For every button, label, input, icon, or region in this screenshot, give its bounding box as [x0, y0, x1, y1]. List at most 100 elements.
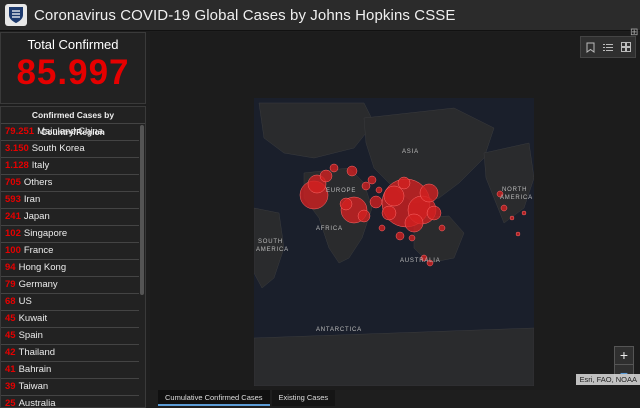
list-item[interactable]: 705 Others: [1, 175, 139, 192]
country-case-count: 100: [5, 245, 21, 256]
case-bubble[interactable]: [329, 163, 339, 173]
case-bubble[interactable]: [319, 169, 333, 183]
country-list: 79.251 Mainland China 3.150 South Korea 1.12…: [1, 124, 145, 408]
list-item[interactable]: 41 Bahrain: [1, 362, 139, 379]
country-list-header: Confirmed Cases by Country/Region: [1, 107, 145, 137]
list-item[interactable]: 241 Japan: [1, 209, 139, 226]
case-bubble[interactable]: [383, 185, 405, 207]
app-header: Coronavirus COVID-19 Global Cases by Joh…: [0, 0, 640, 31]
map-attribution: Esri, FAO, NOAA: [576, 374, 640, 385]
list-item[interactable]: 45 Spain: [1, 328, 139, 345]
list-item[interactable]: 1.128 Italy: [1, 158, 139, 175]
map-label-america-north: AMERICA: [500, 195, 533, 201]
case-bubble[interactable]: [404, 213, 424, 233]
case-bubble[interactable]: [509, 215, 515, 221]
list-item[interactable]: 102 Singapore: [1, 226, 139, 243]
country-name: Japan: [23, 211, 50, 222]
country-case-count: 45: [5, 330, 16, 341]
map-tabs: Cumulative Confirmed Cases Existing Case…: [158, 390, 336, 406]
country-case-count: 39: [5, 381, 16, 392]
country-list-panel: Confirmed Cases by Country/Region 79.251…: [0, 106, 146, 408]
case-bubble[interactable]: [426, 205, 442, 221]
zoom-in-button[interactable]: +: [615, 347, 633, 364]
map-label-africa: AFRICA: [316, 226, 343, 232]
case-bubble[interactable]: [346, 165, 358, 177]
map-label-america-south: AMERICA: [256, 247, 289, 253]
bookmark-icon[interactable]: [583, 40, 597, 54]
country-case-count: 1.128: [5, 160, 29, 171]
list-item[interactable]: 79 Germany: [1, 277, 139, 294]
case-bubble[interactable]: [408, 234, 416, 242]
map-label-south: SOUTH: [258, 239, 283, 245]
country-name: France: [23, 245, 54, 256]
list-item[interactable]: 94 Hong Kong: [1, 260, 139, 277]
case-bubble[interactable]: [369, 195, 383, 209]
total-confirmed-label: Total Confirmed: [27, 37, 119, 52]
country-name: Iran: [23, 194, 41, 205]
case-bubble[interactable]: [397, 176, 411, 190]
case-bubble[interactable]: [378, 224, 386, 232]
country-case-count: 45: [5, 313, 16, 324]
country-name: Australia: [18, 398, 56, 408]
case-bubble[interactable]: [395, 231, 405, 241]
country-case-count: 79.251: [5, 126, 35, 137]
list-item[interactable]: 100 France: [1, 243, 139, 260]
list-item[interactable]: 79.251 Mainland China: [1, 124, 139, 141]
world-map[interactable]: EUROPE AFRICA ASIA NORTH AMERICA SOUTH A…: [254, 98, 534, 386]
country-name: Thailand: [18, 347, 56, 358]
country-case-count: 42: [5, 347, 16, 358]
country-name: Others: [23, 177, 53, 188]
country-case-count: 41: [5, 364, 16, 375]
country-case-count: 3.150: [5, 143, 29, 154]
tab-cumulative-confirmed[interactable]: Cumulative Confirmed Cases: [158, 390, 270, 406]
list-item[interactable]: 39 Taiwan: [1, 379, 139, 396]
map-label-asia: ASIA: [402, 149, 419, 155]
country-case-count: 25: [5, 398, 16, 408]
country-name: US: [18, 296, 32, 307]
country-name: Germany: [18, 279, 58, 290]
legend-list-icon[interactable]: [601, 40, 615, 54]
country-name: Italy: [31, 160, 50, 171]
case-bubble[interactable]: [339, 197, 353, 211]
expand-icon[interactable]: ⊞: [630, 28, 640, 38]
list-item[interactable]: 68 US: [1, 294, 139, 311]
country-name: Mainland China: [37, 126, 104, 137]
case-bubble[interactable]: [419, 183, 439, 203]
country-case-count: 705: [5, 177, 21, 188]
country-name: Kuwait: [18, 313, 48, 324]
country-name: Spain: [18, 330, 43, 341]
case-bubble[interactable]: [375, 186, 383, 194]
list-item[interactable]: 25 Australia: [1, 396, 139, 408]
total-confirmed-value: 85.997: [16, 53, 130, 92]
page-title: Coronavirus COVID-19 Global Cases by Joh…: [34, 6, 456, 24]
tab-existing-cases[interactable]: Existing Cases: [271, 390, 336, 406]
country-name: Hong Kong: [18, 262, 67, 273]
case-bubble[interactable]: [361, 181, 371, 191]
case-bubble[interactable]: [367, 175, 377, 185]
map-label-europe: EUROPE: [326, 188, 356, 194]
case-bubble[interactable]: [500, 204, 508, 212]
list-item[interactable]: 3.150 South Korea: [1, 141, 139, 158]
case-bubble[interactable]: [381, 205, 397, 221]
list-item[interactable]: 45 Kuwait: [1, 311, 139, 328]
country-case-count: 94: [5, 262, 16, 273]
country-case-count: 68: [5, 296, 16, 307]
country-case-count: 593: [5, 194, 21, 205]
map-label-australia: AUSTRALIA: [400, 258, 441, 264]
map-panel[interactable]: EUROPE AFRICA ASIA NORTH AMERICA SOUTH A…: [150, 32, 640, 390]
country-case-count: 241: [5, 211, 21, 222]
map-label-north: NORTH: [502, 187, 527, 193]
map-toolbar: [580, 36, 636, 58]
basemap-gallery-icon[interactable]: [619, 40, 633, 54]
list-item[interactable]: 42 Thailand: [1, 345, 139, 362]
total-confirmed-panel: Total Confirmed 85.997: [0, 32, 146, 104]
country-case-count: 102: [5, 228, 21, 239]
case-bubble[interactable]: [521, 210, 527, 216]
country-name: South Korea: [31, 143, 85, 154]
list-scrollbar[interactable]: [140, 125, 144, 295]
country-name: Singapore: [23, 228, 68, 239]
case-bubble[interactable]: [357, 209, 371, 223]
case-bubble[interactable]: [515, 231, 521, 237]
case-bubble[interactable]: [438, 224, 446, 232]
list-item[interactable]: 593 Iran: [1, 192, 139, 209]
